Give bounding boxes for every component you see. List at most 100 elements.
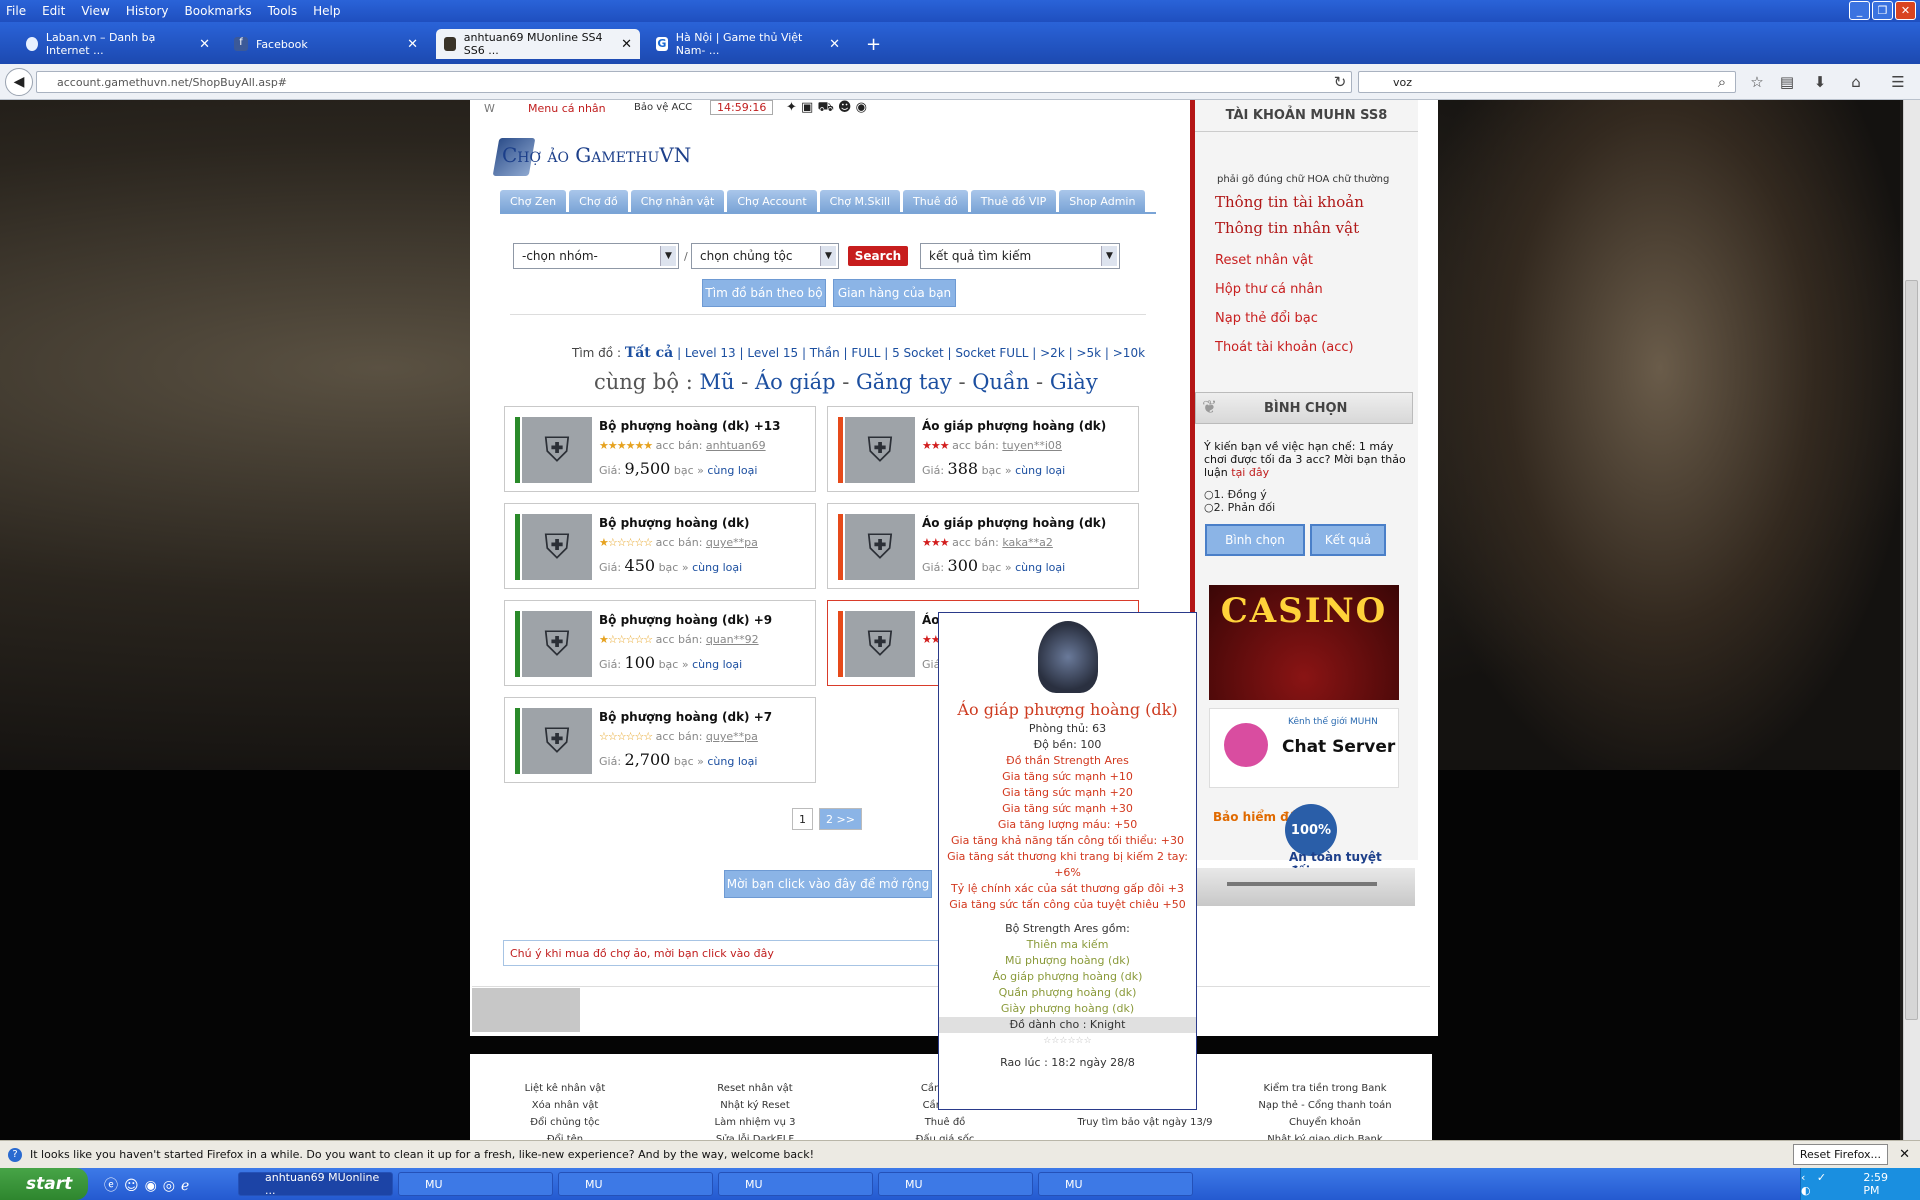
- personal-menu-link[interactable]: Menu cá nhân: [528, 102, 606, 115]
- tab-mskill[interactable]: Chợ M.Skill: [819, 190, 901, 212]
- result-select[interactable]: kết quả tìm kiếm ▼: [920, 243, 1120, 269]
- topup-link[interactable]: Nạp thẻ đổi bạc: [1215, 311, 1418, 326]
- tab-rent[interactable]: Thuê đồ: [903, 190, 968, 212]
- item-name[interactable]: Áo giáp phượng hoàng (dk): [922, 419, 1106, 433]
- tab-gamethuvn[interactable]: anhtuan69 MUonline SS4 SS6 ... ✕: [436, 29, 640, 59]
- item-name[interactable]: Bộ phượng hoàng (dk) +9: [599, 613, 772, 627]
- menu-bookmarks[interactable]: Bookmarks: [185, 4, 252, 18]
- radio-icon[interactable]: ○: [1204, 501, 1214, 514]
- filter-all[interactable]: Tất cả: [625, 345, 673, 361]
- reload-icon[interactable]: ↻: [1330, 72, 1350, 92]
- seller-link[interactable]: quye**pa: [706, 730, 758, 743]
- footer-link[interactable]: Nhật ký Reset: [695, 1097, 815, 1114]
- item-card[interactable]: ⛨ Áo giáp phượng hoàng (dk) ★★★ acc bán: k…: [827, 503, 1139, 589]
- tab-facebook[interactable]: f Facebook ✕: [226, 29, 426, 59]
- toolbar-icons[interactable]: ✦ ▣ ⛟ ☻ ◉: [786, 100, 867, 117]
- same-type-link[interactable]: cùng loại: [692, 658, 742, 671]
- footer-link[interactable]: Nạp thẻ - Cổng thanh toán: [1250, 1097, 1400, 1114]
- footer-link[interactable]: Xóa nhân vật: [505, 1097, 625, 1114]
- same-type-link[interactable]: cùng loại: [692, 561, 742, 574]
- start-button[interactable]: start: [0, 1168, 88, 1200]
- footer-link[interactable]: Đổi chủng tộc: [505, 1114, 625, 1131]
- tab-shop-admin[interactable]: Shop Admin: [1059, 190, 1146, 212]
- reset-firefox-button[interactable]: Reset Firefox...: [1792, 1144, 1888, 1165]
- item-thumbnail[interactable]: ⛨: [522, 611, 592, 677]
- footer-link[interactable]: Truy tìm bảo vật ngày 13/9: [1065, 1114, 1225, 1131]
- quick-launch-icons[interactable]: ⓔ☺◉◎ℯ: [104, 1175, 195, 1195]
- market-notice[interactable]: Chú ý khi mua đồ chợ ảo, mời bạn click v…: [503, 940, 940, 966]
- seller-link[interactable]: anhtuan69: [706, 439, 766, 452]
- item-name[interactable]: Áo giáp phượng hoàng (dk): [922, 516, 1106, 530]
- seller-link[interactable]: quan**92: [706, 633, 759, 646]
- tab-hanoi[interactable]: G Hà Nội | Game thủ Việt Nam- ... ✕: [648, 29, 848, 59]
- tab-rent-vip[interactable]: Thuê đồ VIP: [970, 190, 1057, 212]
- expand-button[interactable]: Mời bạn click vào đây để mở rộng: [724, 870, 932, 898]
- set-part-armor[interactable]: Áo giáp: [755, 370, 836, 394]
- close-tab-icon[interactable]: ✕: [199, 37, 210, 52]
- footer-link[interactable]: Chuyển khoản: [1250, 1114, 1400, 1131]
- tab-items[interactable]: Chợ đồ: [569, 190, 628, 212]
- menu-help[interactable]: Help: [313, 4, 340, 18]
- item-card[interactable]: ⛨ Bộ phượng hoàng (dk) ★☆☆☆☆☆ acc bán: quy…: [504, 503, 816, 589]
- chat-server-banner[interactable]: Kênh thế giới MUHN Chat Server: [1209, 708, 1399, 788]
- url-input[interactable]: account.gamethuvn.net/ShopBuyAll.asp#: [36, 71, 1352, 93]
- tab-zen[interactable]: Chợ Zen: [500, 190, 567, 212]
- menu-icon[interactable]: ☰: [1888, 72, 1908, 92]
- taskbar-item-firefox[interactable]: anhtuan69 MUonline ...: [238, 1171, 393, 1197]
- vote-button[interactable]: Bình chọn: [1205, 524, 1305, 556]
- taskbar-item-mu[interactable]: MU: [878, 1172, 1033, 1196]
- menu-history[interactable]: History: [126, 4, 169, 18]
- search-icon[interactable]: ⌕: [1712, 72, 1732, 92]
- account-info-link[interactable]: Thông tin tài khoản: [1215, 193, 1418, 211]
- seller-link[interactable]: kaka**a2: [1002, 536, 1053, 549]
- minimize-button[interactable]: _: [1849, 1, 1870, 20]
- filter-10k[interactable]: >10k: [1113, 346, 1145, 360]
- item-thumbnail[interactable]: ⛨: [845, 514, 915, 580]
- menu-edit[interactable]: Edit: [42, 4, 65, 18]
- filter-2k[interactable]: >2k: [1040, 346, 1065, 360]
- taskbar-item-mu[interactable]: MU: [1038, 1172, 1193, 1196]
- set-part-helm[interactable]: Mũ: [699, 370, 734, 394]
- same-type-link[interactable]: cùng loại: [1015, 561, 1065, 574]
- close-tab-icon[interactable]: ✕: [829, 37, 840, 52]
- footer-link[interactable]: Kiểm tra tiền trong Bank: [1250, 1080, 1400, 1097]
- footer-link[interactable]: Liệt kê nhân vật: [505, 1080, 625, 1097]
- inbox-link[interactable]: Hộp thư cá nhân: [1215, 282, 1418, 297]
- item-name[interactable]: Bộ phượng hoàng (dk) +13: [599, 419, 780, 433]
- same-type-link[interactable]: cùng loại: [707, 464, 757, 477]
- insurance-banner[interactable]: Bảo hiểm đồ 100% An toàn tuyệt đối: [1209, 800, 1399, 878]
- tray-icons[interactable]: ‹ ✓ ◐: [1801, 1171, 1849, 1197]
- taskbar-item-mu[interactable]: MU: [558, 1172, 713, 1196]
- same-type-link[interactable]: cùng loại: [1015, 464, 1065, 477]
- new-tab-button[interactable]: +: [858, 29, 888, 59]
- race-select[interactable]: chọn chủng tộc ▼: [691, 243, 839, 269]
- poll-discussion-link[interactable]: tại đây: [1231, 466, 1269, 479]
- bookmark-star-icon[interactable]: ☆: [1747, 72, 1767, 92]
- back-button[interactable]: ◀: [5, 68, 33, 96]
- filter-level-15[interactable]: Level 15: [747, 346, 798, 360]
- page-1[interactable]: 1: [792, 808, 813, 830]
- scrollbar-thumb[interactable]: [1905, 280, 1918, 1020]
- item-thumbnail[interactable]: ⛨: [522, 514, 592, 580]
- filter-5-socket[interactable]: 5 Socket: [892, 346, 944, 360]
- my-shop-button[interactable]: Gian hàng của bạn: [833, 279, 956, 307]
- close-notification-icon[interactable]: ✕: [1899, 1147, 1910, 1162]
- close-window-button[interactable]: ✕: [1895, 1, 1916, 20]
- set-part-boots[interactable]: Giày: [1050, 370, 1098, 394]
- item-name[interactable]: Bộ phượng hoàng (dk) +7: [599, 710, 772, 724]
- character-info-link[interactable]: Thông tin nhân vật: [1215, 219, 1418, 237]
- filter-full[interactable]: FULL: [851, 346, 880, 360]
- menu-view[interactable]: View: [81, 4, 109, 18]
- poll-option-disagree[interactable]: ○2. Phản đối: [1204, 501, 1275, 514]
- item-name[interactable]: Bộ phượng hoàng (dk): [599, 516, 750, 530]
- find-set-button[interactable]: Tìm đồ bán theo bộ: [702, 279, 826, 307]
- set-part-gloves[interactable]: Găng tay: [856, 370, 952, 394]
- search-button[interactable]: Search: [848, 246, 908, 266]
- poll-option-agree[interactable]: ○1. Đồng ý: [1204, 488, 1275, 501]
- item-thumbnail[interactable]: ⛨: [845, 417, 915, 483]
- casino-banner[interactable]: CASINO: [1209, 585, 1399, 700]
- radio-icon[interactable]: ○: [1204, 488, 1214, 501]
- home-icon[interactable]: ⌂: [1846, 72, 1866, 92]
- set-part-pants[interactable]: Quần: [972, 370, 1029, 394]
- search-input[interactable]: voz: [1358, 71, 1736, 93]
